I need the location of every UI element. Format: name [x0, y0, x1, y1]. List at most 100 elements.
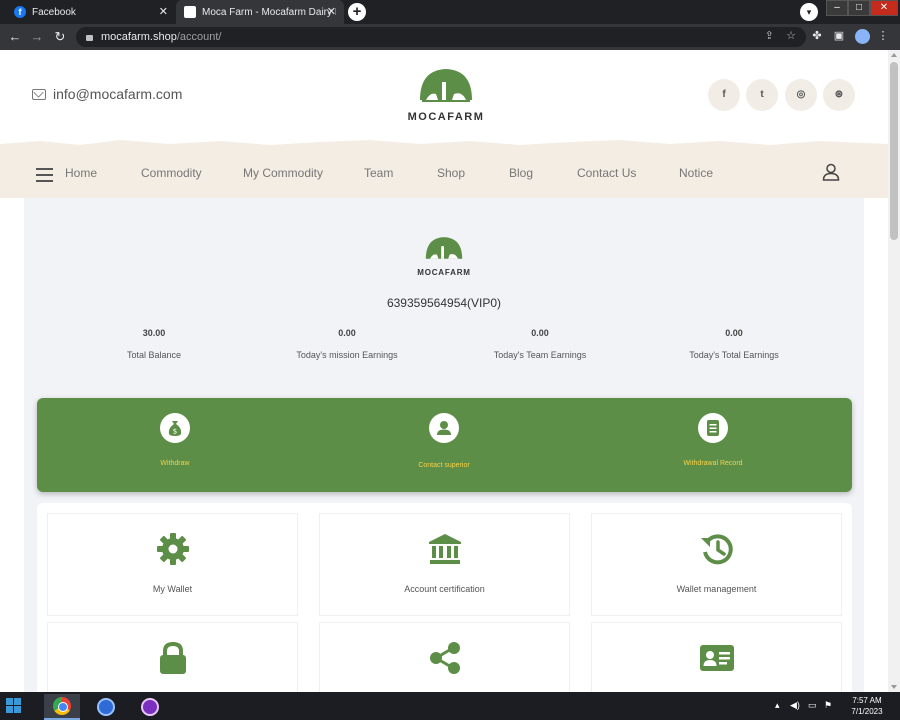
facebook-icon[interactable]: f: [708, 79, 740, 111]
nav-commodity[interactable]: Commodity: [141, 166, 202, 180]
svg-text:$: $: [173, 428, 177, 436]
notification-flag-icon[interactable]: ⚑: [824, 700, 832, 711]
menu-id-card[interactable]: [591, 622, 842, 692]
menu-security[interactable]: [47, 622, 298, 692]
browser-toolbar: ← → ↻ mocafarm.shop/account/ ⇪ ☆ ✤ ▣ ⋮: [0, 24, 900, 50]
account-avatar: MOCAFARM: [415, 235, 473, 277]
account-id: 639359564954(VIP0): [386, 296, 502, 310]
tab-search-button[interactable]: ▾: [800, 3, 818, 21]
contact-email[interactable]: info@mocafarm.com: [32, 86, 182, 102]
forward-icon[interactable]: →: [28, 28, 46, 46]
action-label: Withdrawal Record: [683, 460, 743, 467]
taskbar-app-2[interactable]: [88, 694, 124, 720]
tray-overflow-icon[interactable]: ▴: [775, 700, 780, 711]
nav-blog[interactable]: Blog: [509, 166, 533, 180]
stat-value: 0.00: [531, 328, 549, 338]
address-bar[interactable]: mocafarm.shop/account/ ⇪ ☆: [76, 27, 806, 47]
taskbar-chrome[interactable]: [44, 694, 80, 720]
tab-title: Moca Farm - Mocafarm Dairy Inc: [202, 6, 336, 18]
twitter-icon[interactable]: t: [746, 79, 778, 111]
browser-menu-icon[interactable]: ⋮: [876, 29, 890, 43]
gear-icon: [157, 533, 189, 565]
clock-time: 7:57 AM: [852, 696, 882, 705]
window-close-button[interactable]: ✕: [870, 0, 898, 16]
menu-wallet-management[interactable]: Wallet management: [591, 513, 842, 616]
menu-share[interactable]: [319, 622, 570, 692]
withdrawal-record-button[interactable]: Withdrawal Record: [643, 413, 783, 467]
nav-contact-us[interactable]: Contact Us: [577, 166, 636, 180]
windows-start-icon[interactable]: [6, 698, 22, 714]
network-icon[interactable]: ▭: [808, 700, 817, 711]
nav-home[interactable]: Home: [65, 166, 97, 180]
bookmark-star-icon[interactable]: ☆: [786, 30, 796, 42]
side-panel-icon[interactable]: ▣: [832, 29, 846, 43]
url-path: /account/: [176, 31, 222, 43]
stat-mission-earnings: 0.00 Today's mission Earnings: [257, 328, 437, 360]
share-page-icon[interactable]: ⇪: [765, 30, 774, 42]
instagram-icon[interactable]: ◎: [785, 79, 817, 111]
lock-icon: [160, 641, 186, 674]
stat-value: 0.00: [725, 328, 743, 338]
browser-tab-bar: f Facebook ✕ Moca Farm - Mocafarm Dairy …: [0, 0, 900, 24]
reload-icon[interactable]: ↻: [51, 28, 69, 46]
stat-label: Today's Team Earnings: [493, 350, 587, 360]
site-logo[interactable]: MOCAFARM: [404, 66, 488, 124]
money-bag-icon: $: [168, 421, 182, 436]
back-icon[interactable]: ←: [6, 28, 24, 46]
logo-text: MOCAFARM: [407, 111, 485, 123]
user-account-icon[interactable]: [822, 163, 840, 181]
nav-notice[interactable]: Notice: [679, 166, 713, 180]
quick-actions-panel: $ Withdraw Contact superior Withdrawal R…: [37, 398, 852, 492]
system-clock[interactable]: 7:57 AM 7/1/2023: [842, 695, 892, 717]
scroll-up-icon[interactable]: [891, 53, 897, 57]
page-viewport: info@mocafarm.com MOCAFARM f t ◎ ⊛ Home …: [0, 50, 888, 692]
profile-avatar[interactable]: [855, 29, 870, 44]
stat-total-balance: 30.00 Total Balance: [64, 328, 244, 360]
windows-taskbar: ▴ ◀) ▭ ⚑ 7:57 AM 7/1/2023: [0, 692, 900, 720]
mocafarm-favicon: [184, 6, 196, 18]
app-purple-icon: [141, 698, 159, 716]
site-header: info@mocafarm.com MOCAFARM f t ◎ ⊛: [0, 50, 888, 145]
stat-team-earnings: 0.00 Today's Team Earnings: [450, 328, 630, 360]
minimize-button[interactable]: –: [826, 0, 848, 16]
tab-facebook[interactable]: f Facebook ✕: [6, 0, 176, 24]
account-menu-grid: My Wallet Account certification Wallet m…: [37, 503, 852, 692]
scroll-down-icon[interactable]: [891, 685, 897, 689]
scrollbar-thumb[interactable]: [890, 62, 898, 240]
volume-icon[interactable]: ◀): [790, 700, 800, 711]
bank-icon: [429, 534, 461, 564]
close-icon[interactable]: ✕: [159, 5, 168, 18]
stat-label: Total Balance: [126, 350, 182, 360]
history-icon: [701, 534, 733, 565]
lock-icon: [86, 35, 93, 41]
id-card-icon: [700, 645, 734, 671]
nav-my-commodity[interactable]: My Commodity: [243, 166, 323, 180]
facebook-icon: f: [14, 6, 26, 18]
share-icon: [430, 642, 460, 674]
close-icon[interactable]: ✕: [327, 5, 336, 18]
taskbar-app-3[interactable]: [132, 694, 168, 720]
extensions-icon[interactable]: ✤: [810, 29, 824, 43]
new-tab-button[interactable]: +: [348, 3, 366, 21]
nav-shop[interactable]: Shop: [437, 166, 465, 180]
envelope-icon: [32, 88, 46, 100]
stat-value: 30.00: [142, 328, 166, 338]
withdraw-button[interactable]: $ Withdraw: [105, 413, 245, 467]
maximize-button[interactable]: □: [848, 0, 870, 16]
farm-logo-icon: [420, 69, 472, 102]
main-navigation: Home Commodity My Commodity Team Shop Bl…: [0, 150, 888, 198]
nav-team[interactable]: Team: [364, 166, 393, 180]
hamburger-menu-icon[interactable]: [36, 168, 53, 182]
contact-superior-button[interactable]: Contact superior: [374, 413, 514, 469]
email-text: info@mocafarm.com: [53, 86, 183, 102]
menu-account-certification[interactable]: Account certification: [319, 513, 570, 616]
tab-title: Facebook: [32, 6, 76, 18]
chrome-icon: [53, 697, 71, 715]
menu-label: Wallet management: [676, 584, 757, 594]
dribbble-icon[interactable]: ⊛: [823, 79, 855, 111]
page-scrollbar[interactable]: [888, 50, 900, 692]
menu-my-wallet[interactable]: My Wallet: [47, 513, 298, 616]
tab-mocafarm[interactable]: Moca Farm - Mocafarm Dairy Inc ✕: [176, 0, 344, 24]
action-label: Contact superior: [418, 462, 470, 469]
menu-label: My Wallet: [152, 584, 193, 594]
